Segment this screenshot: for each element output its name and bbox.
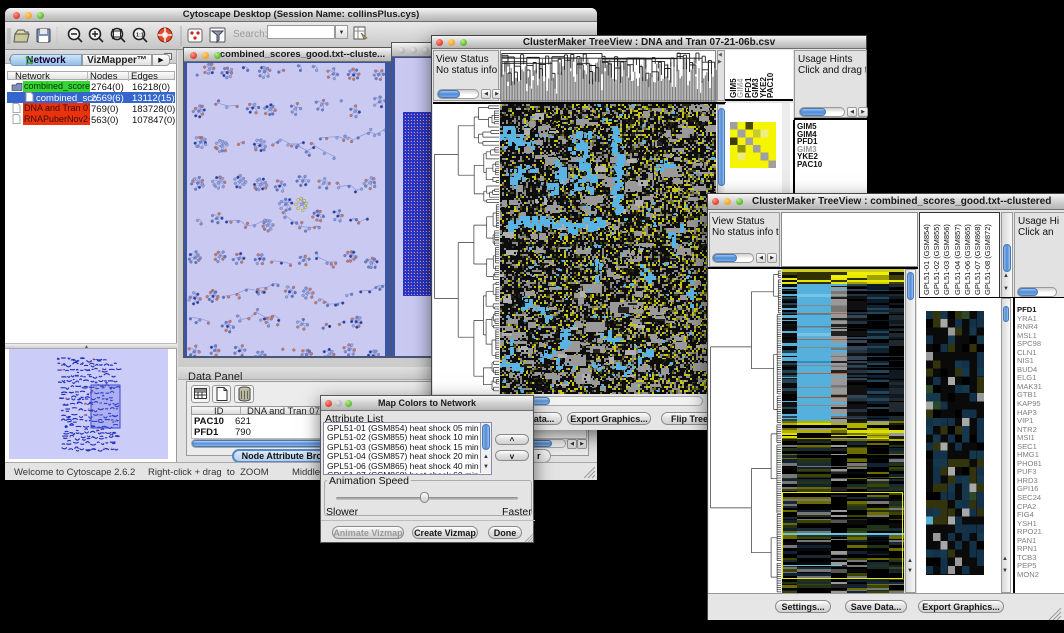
svg-text:1:1: 1:1 xyxy=(136,33,144,39)
